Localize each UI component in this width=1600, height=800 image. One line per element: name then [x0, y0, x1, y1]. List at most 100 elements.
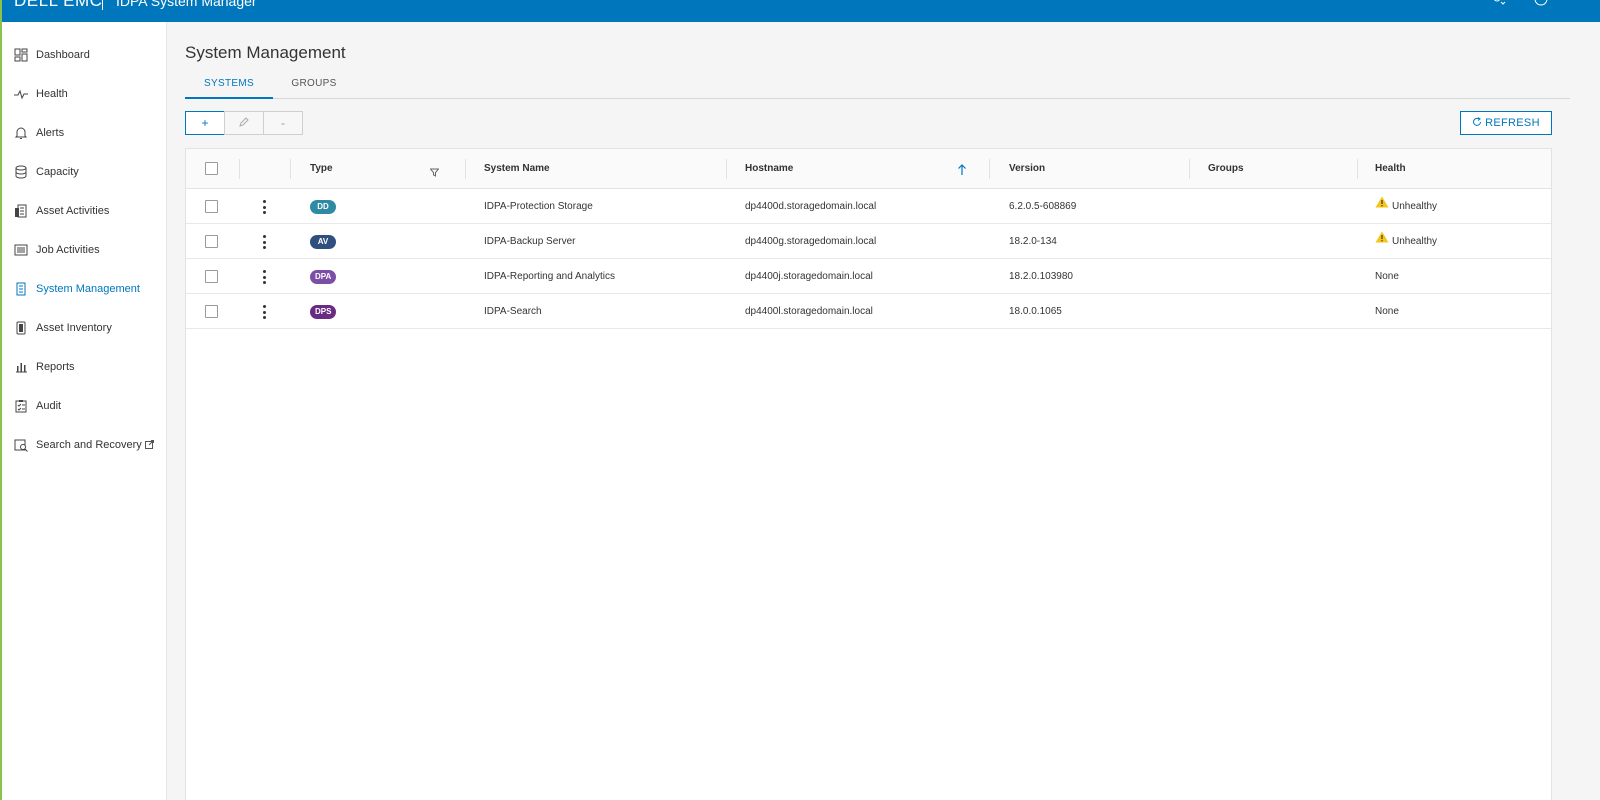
kebab-menu-icon[interactable] [262, 200, 266, 214]
sidebar-item-label: Health [36, 88, 68, 100]
type-badge: AV [310, 235, 336, 249]
sidebar-item-system-management[interactable]: System Management [2, 274, 167, 304]
server-icon [14, 282, 28, 296]
system-name-cell: IDPA-Protection Storage [484, 201, 593, 212]
sidebar-item-label: Capacity [36, 166, 79, 178]
warning-icon [1375, 223, 1389, 258]
hostname-cell: dp4400j.storagedomain.local [745, 271, 873, 282]
bar-chart-icon [14, 360, 28, 374]
sidebar-item-label: Search and Recovery [36, 439, 142, 451]
hostname-cell: dp4400l.storagedomain.local [745, 306, 873, 317]
column-divider [1189, 159, 1190, 179]
health-cell: None [1375, 259, 1399, 294]
refresh-icon [1472, 116, 1482, 130]
sidebar-item-label: Asset Inventory [36, 322, 112, 334]
version-cell: 18.2.0-134 [1009, 236, 1057, 247]
column-header-health[interactable]: Health [1375, 149, 1406, 189]
sidebar-item-alerts[interactable]: Alerts [2, 118, 167, 148]
inventory-icon [14, 321, 28, 335]
version-cell: 6.2.0.5-608869 [1009, 201, 1077, 212]
refresh-label: REFRESH [1485, 117, 1540, 129]
select-all-checkbox[interactable] [205, 162, 218, 175]
health-status: None [1375, 306, 1399, 317]
health-cell: Unhealthy [1375, 224, 1437, 259]
table-row[interactable]: AV IDPA-Backup Server dp4400g.storagedomai… [186, 224, 1551, 259]
filter-icon[interactable] [429, 164, 440, 182]
sidebar-item-job-activities[interactable]: Job Activities [2, 235, 167, 265]
refresh-button[interactable]: REFRESH [1460, 111, 1552, 135]
row-checkbox[interactable] [205, 305, 218, 318]
column-header-system-name[interactable]: System Name [484, 149, 550, 189]
system-name-cell: IDPA-Backup Server [484, 236, 576, 247]
column-divider [465, 159, 466, 179]
search-doc-icon [14, 438, 28, 452]
sidebar-item-audit[interactable]: Audit [2, 391, 167, 421]
tab-systems[interactable]: SYSTEMS [185, 75, 273, 99]
brand-logo: DELL EMC [14, 0, 103, 10]
type-badge: DPA [310, 270, 337, 284]
table-row[interactable]: DD IDPA-Protection Storage dp4400d.storage… [186, 189, 1551, 224]
sidebar-item-label: System Management [36, 283, 140, 295]
type-badge: DD [310, 200, 336, 214]
page-title: System Management [185, 43, 346, 62]
add-button[interactable]: + [185, 111, 225, 135]
kebab-menu-icon[interactable] [262, 235, 266, 249]
row-checkbox[interactable] [205, 270, 218, 283]
systems-table: Type System Name Hostname Version Groups… [185, 148, 1552, 800]
health-status: Unhealthy [1392, 201, 1438, 212]
sidebar-item-label: Job Activities [36, 244, 100, 256]
dashboard-icon [14, 48, 28, 62]
sidebar: Dashboard Health Alerts Capacity Asset A… [2, 22, 167, 800]
column-divider [989, 159, 990, 179]
health-cell: Unhealthy [1375, 189, 1437, 224]
column-header-hostname[interactable]: Hostname [745, 149, 793, 189]
asset-activities-icon [14, 204, 28, 218]
info-icon[interactable] [1534, 0, 1548, 8]
column-divider [290, 159, 291, 179]
sidebar-item-asset-inventory[interactable]: Asset Inventory [2, 313, 167, 343]
column-divider [239, 159, 240, 179]
hostname-cell: dp4400d.storagedomain.local [745, 201, 877, 212]
kebab-menu-icon[interactable] [262, 305, 266, 319]
column-header-type[interactable]: Type [310, 149, 333, 189]
kebab-menu-icon[interactable] [262, 270, 266, 284]
pencil-icon [239, 116, 249, 130]
sidebar-item-reports[interactable]: Reports [2, 352, 167, 382]
row-checkbox[interactable] [205, 235, 218, 248]
column-header-groups[interactable]: Groups [1208, 149, 1244, 189]
sidebar-item-search-and-recovery[interactable]: Search and Recovery [2, 430, 167, 460]
clipboard-icon [14, 399, 28, 413]
sidebar-item-health[interactable]: Health [2, 79, 167, 109]
bell-icon [14, 126, 28, 140]
sidebar-item-capacity[interactable]: Capacity [2, 157, 167, 187]
table-header: Type System Name Hostname Version Groups… [186, 149, 1551, 189]
sidebar-item-label: Dashboard [36, 49, 90, 61]
column-header-version[interactable]: Version [1009, 149, 1045, 189]
column-divider [726, 159, 727, 179]
sort-ascending-icon[interactable] [957, 163, 967, 181]
main-content: System Management SYSTEMS GROUPS + - REF… [167, 22, 1600, 800]
brand-divider [102, 0, 103, 10]
table-row[interactable]: DPA IDPA-Reporting and Analytics dp4400j.s… [186, 259, 1551, 294]
sidebar-item-label: Reports [36, 361, 75, 373]
system-name-cell: IDPA-Search [484, 306, 542, 317]
tab-groups[interactable]: GROUPS [273, 75, 355, 99]
sidebar-item-label: Asset Activities [36, 205, 110, 217]
health-status: Unhealthy [1392, 236, 1438, 247]
sidebar-item-asset-activities[interactable]: Asset Activities [2, 196, 167, 226]
list-icon [14, 243, 28, 257]
version-cell: 18.2.0.103980 [1009, 271, 1073, 282]
user-icon[interactable] [1492, 0, 1506, 8]
delete-button[interactable]: - [263, 111, 303, 135]
version-cell: 18.0.0.1065 [1009, 306, 1062, 317]
hostname-cell: dp4400g.storagedomain.local [745, 236, 877, 247]
sidebar-item-label: Audit [36, 400, 62, 412]
table-row[interactable]: DPS IDPA-Search dp4400l.storagedomain.loca… [186, 294, 1551, 329]
edit-button[interactable] [224, 111, 264, 135]
tab-bar: SYSTEMS GROUPS [185, 75, 1570, 99]
sidebar-item-dashboard[interactable]: Dashboard [2, 40, 167, 70]
row-checkbox[interactable] [205, 200, 218, 213]
app-window: DELL EMC IDPA System Manager Dashboard H… [2, 0, 1600, 800]
warning-icon [1375, 188, 1389, 223]
system-name-cell: IDPA-Reporting and Analytics [484, 271, 615, 282]
